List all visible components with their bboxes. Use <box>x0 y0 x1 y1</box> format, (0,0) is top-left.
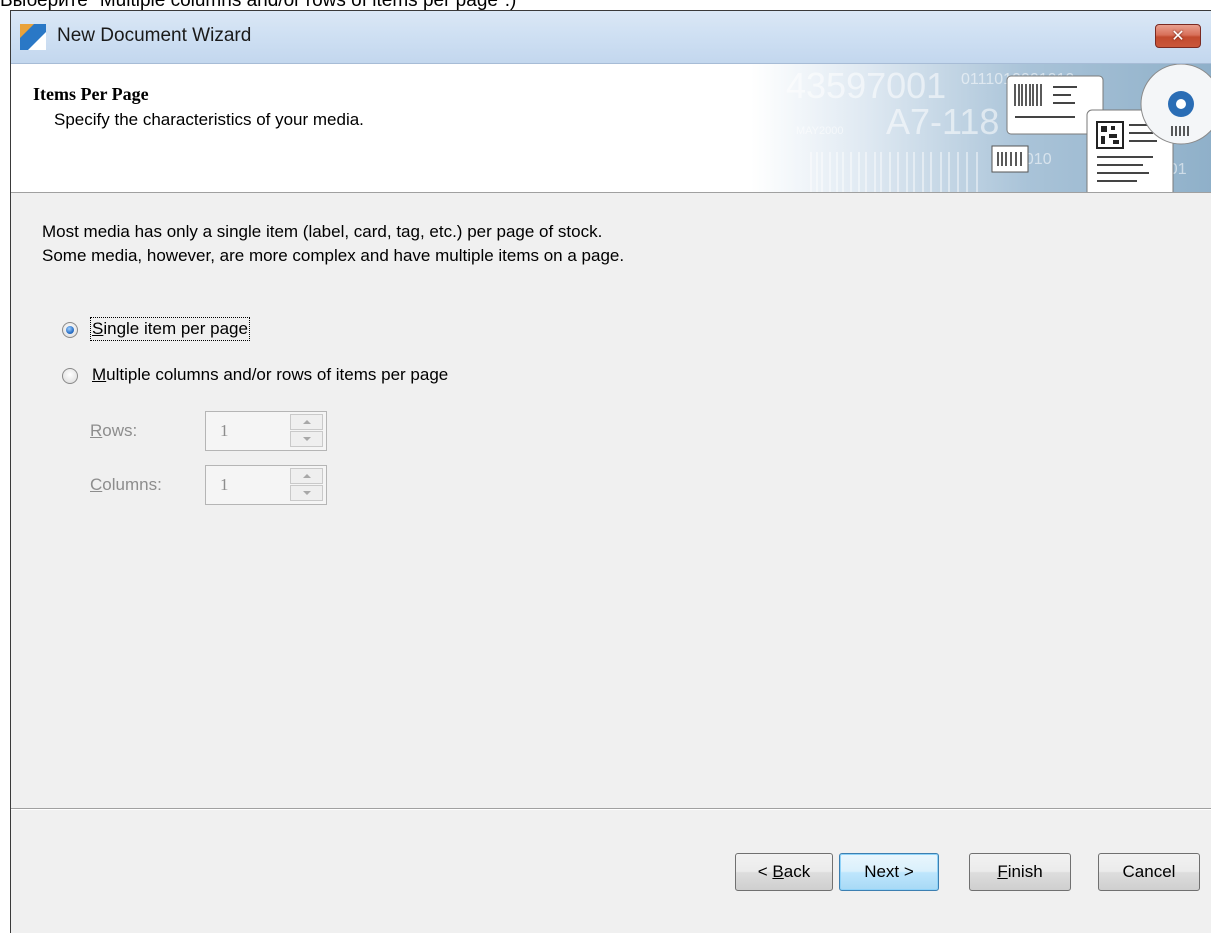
intro-line-1: Most media has only a single item (label… <box>42 222 603 241</box>
close-icon: ✕ <box>1171 26 1185 45</box>
columns-down-arrow-icon[interactable] <box>290 485 323 501</box>
columns-value: 1 <box>220 475 229 494</box>
close-button[interactable]: ✕ <box>1155 24 1201 48</box>
radio-button-unchecked[interactable] <box>62 368 78 384</box>
rows-label: Rows: <box>90 421 138 440</box>
window-title: New Document Wizard <box>57 25 252 46</box>
next-button[interactable]: Next > <box>839 853 939 891</box>
intro-text: Most media has only a single item (label… <box>42 220 624 268</box>
radio-single-item-label[interactable]: Single item per page <box>90 317 250 341</box>
header-banner-image: 43597001 A7-118 MAY2000 0111010001010 10… <box>751 64 1211 192</box>
page-subtitle: Specify the characteristics of your medi… <box>54 110 364 129</box>
finish-button[interactable]: Finish <box>969 853 1071 891</box>
columns-up-arrow-icon[interactable] <box>290 468 323 484</box>
top-caption: Выберите "Multiple columns and/or rows o… <box>0 0 517 11</box>
intro-line-2: Some media, however, are more complex an… <box>42 246 625 265</box>
radio-button-checked[interactable] <box>62 322 78 338</box>
wizard-window: New Document Wizard ✕ Items Per Page Spe… <box>10 10 1211 933</box>
svg-text:A7-118: A7-118 <box>886 101 999 142</box>
wizard-header: Items Per Page Specify the characteristi… <box>11 64 1211 193</box>
app-logo-icon <box>20 24 46 50</box>
title-bar[interactable]: New Document Wizard ✕ <box>11 11 1211 64</box>
rows-up-arrow-icon[interactable] <box>290 414 323 430</box>
rows-down-arrow-icon[interactable] <box>290 431 323 447</box>
rows-spinner[interactable]: 1 <box>205 411 327 451</box>
radio-multiple-items-label[interactable]: Multiple columns and/or rows of items pe… <box>92 365 448 385</box>
columns-spinner[interactable]: 1 <box>205 465 327 505</box>
cancel-button[interactable]: Cancel <box>1098 853 1200 891</box>
rows-value: 1 <box>220 421 229 440</box>
footer-divider <box>11 808 1211 810</box>
columns-label: Columns: <box>90 475 162 494</box>
back-button[interactable]: < Back <box>735 853 833 891</box>
svg-text:43597001: 43597001 <box>786 65 946 106</box>
page-title: Items Per Page <box>33 84 149 104</box>
svg-text:MAY2000: MAY2000 <box>796 125 844 137</box>
wizard-content: Most media has only a single item (label… <box>11 193 1211 808</box>
